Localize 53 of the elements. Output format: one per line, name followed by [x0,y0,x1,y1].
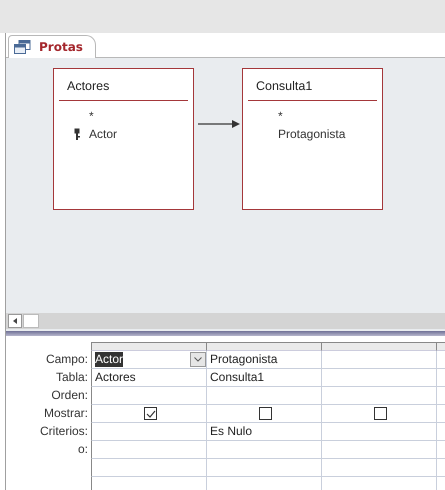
query-tab[interactable]: Protas [8,35,96,58]
table-name: Actores [67,79,110,93]
grid-cell[interactable]: Protagonista [206,351,321,369]
grid-cell[interactable] [321,459,436,477]
relationship-arrow [198,120,240,128]
grid-cell-text[interactable]: Es Nulo [210,424,252,439]
grid-cell[interactable] [321,351,436,369]
field-name[interactable]: Actor [89,127,118,141]
grid-cell[interactable] [206,441,321,459]
scroll-thumb[interactable] [23,314,39,328]
row-label: Tabla: [54,369,89,386]
table-name: Consulta1 [256,79,312,93]
scroll-left-button[interactable] [8,314,22,328]
column-selector[interactable] [206,342,321,351]
row-label: Campo: [44,351,89,368]
grid-cell[interactable] [206,387,321,405]
grid-cell[interactable] [206,459,321,477]
grid-cell[interactable] [206,405,321,423]
grid-cell-text[interactable]: Actores [95,370,136,385]
column-selector[interactable] [321,342,436,351]
chevron-down-icon [194,357,202,362]
column-selector[interactable] [91,342,206,351]
show-checkbox[interactable] [374,407,387,420]
grid-cell[interactable] [91,441,206,459]
grid-cell[interactable] [321,423,436,441]
grid-cell[interactable]: Actores [91,369,206,387]
grid-cell[interactable] [91,423,206,441]
grid-cell[interactable] [91,387,206,405]
query-icon [14,40,31,54]
show-checkbox[interactable] [259,407,272,420]
grid-cell[interactable]: Es Nulo [206,423,321,441]
row-label: Criterios: [38,423,89,440]
row-label: Orden: [50,387,89,404]
grid-cell[interactable]: Consulta1 [206,369,321,387]
grid-cell-text[interactable]: Consulta1 [210,370,264,385]
grid-cell-text[interactable]: Actor [95,352,124,367]
row-label: o: [76,441,89,458]
left-arrow-icon [13,318,17,324]
grid-cell-text[interactable]: Protagonista [210,352,278,367]
row-label: Mostrar: [42,405,89,422]
splitter-bar[interactable] [6,329,445,336]
field-name[interactable]: Protagonista [278,127,346,141]
grid-cell[interactable] [91,459,206,477]
grid-cell[interactable] [321,387,436,405]
grid-cell[interactable] [321,441,436,459]
grid-cell[interactable] [91,405,206,423]
field-name[interactable]: * [89,109,94,123]
grid-cell[interactable] [321,369,436,387]
grid-cell[interactable]: Actor [91,351,206,369]
field-name[interactable]: * [278,109,283,123]
show-checkbox[interactable] [144,407,157,420]
dropdown-button[interactable] [190,352,206,367]
grid-cell[interactable] [321,405,436,423]
